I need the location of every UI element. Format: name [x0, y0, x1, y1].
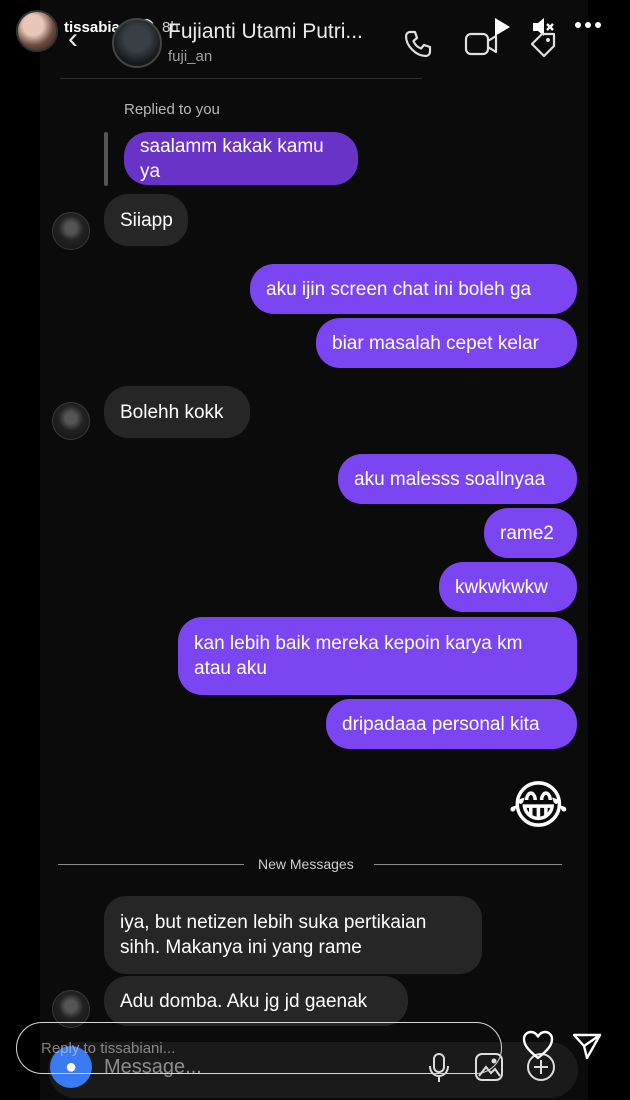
contact-handle: fuji_an: [168, 48, 213, 65]
header-divider: [60, 78, 422, 79]
message-outgoing: kwkwkwkw: [439, 562, 577, 612]
contact-avatar-small: [52, 402, 90, 440]
message-incoming: Siiapp: [104, 194, 188, 246]
quoted-message: saalamm kakak kamu ya: [124, 132, 358, 185]
phone-icon: [404, 30, 432, 58]
tag-icon: [530, 32, 556, 58]
heart-like-icon[interactable]: [522, 1030, 554, 1060]
message-outgoing: dripadaaa personal kita: [326, 699, 577, 749]
contact-avatar: [112, 18, 162, 68]
message-outgoing: aku malesss soallnyaa: [338, 454, 577, 504]
new-messages-divider-right: [374, 864, 562, 865]
message-outgoing: kan lebih baik mereka kepoin karya km at…: [178, 617, 577, 695]
story-avatar[interactable]: [16, 10, 58, 52]
message-incoming: Bolehh kokk: [104, 386, 250, 438]
reply-indicator-bar: [104, 132, 108, 186]
back-chevron-icon: ‹: [68, 22, 78, 55]
message-incoming: Adu domba. Aku jg jd gaenak: [104, 976, 408, 1026]
new-messages-label: New Messages: [258, 856, 354, 872]
send-icon[interactable]: [572, 1032, 602, 1060]
message-outgoing: rame2: [484, 508, 577, 558]
play-icon[interactable]: [492, 16, 512, 38]
story-reply-input[interactable]: [16, 1022, 502, 1074]
message-outgoing: aku ijin screen chat ini boleh ga: [250, 264, 577, 314]
laughing-emoji-reaction: 😂: [508, 777, 569, 835]
replied-label: Replied to you: [124, 101, 220, 118]
contact-avatar-small: [52, 212, 90, 250]
new-messages-divider-left: [58, 864, 244, 865]
message-incoming: iya, but netizen lebih suka pertikaian s…: [104, 896, 482, 974]
more-options-icon[interactable]: [574, 20, 602, 30]
contact-name: Fujianti Utami Putri...: [168, 20, 363, 43]
message-outgoing: biar masalah cepet kelar: [316, 318, 577, 368]
